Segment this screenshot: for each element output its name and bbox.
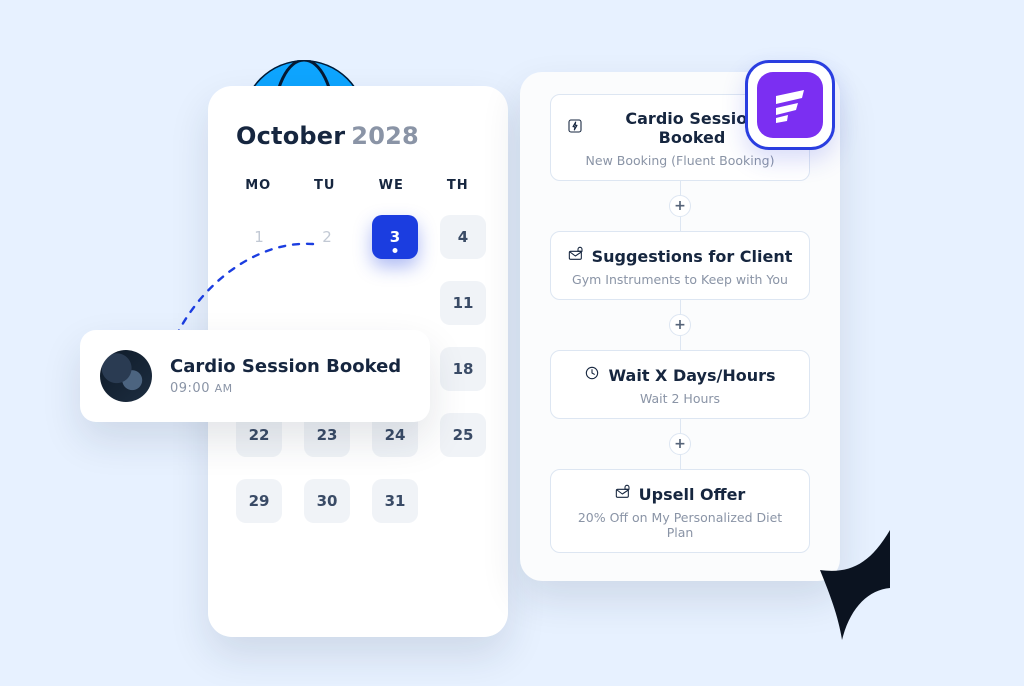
flow-step-subtitle: Wait 2 Hours	[567, 391, 793, 406]
brand-badge	[745, 60, 835, 150]
flow-step-subtitle: Gym Instruments to Keep with You	[567, 272, 793, 287]
mail-icon	[568, 246, 584, 266]
dow-tu: TU	[303, 178, 348, 193]
event-popup[interactable]: Cardio Session Booked 09:00 AM	[80, 330, 430, 422]
flow-step[interactable]: Suggestions for Client Gym Instruments to…	[550, 231, 810, 300]
calendar-cell[interactable]: 31	[372, 479, 418, 523]
calendar-month: October	[236, 122, 345, 150]
add-step-button[interactable]: +	[669, 314, 691, 336]
flow-step-subtitle: New Booking (Fluent Booking)	[567, 153, 793, 168]
calendar-cell[interactable]: 18	[440, 347, 486, 391]
flow-step[interactable]: Upsell Offer 20% Off on My Personalized D…	[550, 469, 810, 553]
event-avatar	[100, 350, 152, 402]
calendar-title: October2028	[236, 122, 480, 150]
flow-step[interactable]: Wait X Days/Hours Wait 2 Hours	[550, 350, 810, 419]
clock-icon	[584, 365, 600, 385]
calendar-cell[interactable]: 30	[304, 479, 350, 523]
dow-th: TH	[436, 178, 481, 193]
calendar-cell[interactable]: 25	[440, 413, 486, 457]
flow-step-title: Suggestions for Client	[568, 246, 793, 266]
add-step-button[interactable]: +	[669, 195, 691, 217]
flow-connector: +	[550, 419, 810, 469]
event-title: Cardio Session Booked	[170, 356, 401, 377]
flow-connector: +	[550, 300, 810, 350]
fluent-brand-icon	[770, 85, 810, 125]
calendar-cell[interactable]: 4	[440, 215, 486, 259]
brand-badge-inner	[757, 72, 823, 138]
flow-step-title: Upsell Offer	[615, 484, 746, 504]
calendar-cell[interactable]: 3	[372, 215, 418, 259]
bolt-icon	[567, 118, 583, 138]
flow-step-title: Wait X Days/Hours	[584, 365, 775, 385]
flow-connector: +	[550, 181, 810, 231]
dow-we: WE	[369, 178, 414, 193]
add-step-button[interactable]: +	[669, 433, 691, 455]
calendar-day-headers: MO TU WE TH	[236, 178, 480, 193]
event-time: 09:00 AM	[170, 381, 401, 396]
calendar-cell[interactable]: 1	[236, 215, 282, 259]
calendar-year: 2028	[351, 122, 419, 150]
event-body: Cardio Session Booked 09:00 AM	[170, 356, 401, 396]
dow-mo: MO	[236, 178, 281, 193]
calendar-cell[interactable]: 29	[236, 479, 282, 523]
flow-step-subtitle: 20% Off on My Personalized Diet Plan	[567, 510, 793, 540]
calendar-cell[interactable]: 11	[440, 281, 486, 325]
mail-icon	[615, 484, 631, 504]
calendar-cell[interactable]: 2	[304, 215, 350, 259]
